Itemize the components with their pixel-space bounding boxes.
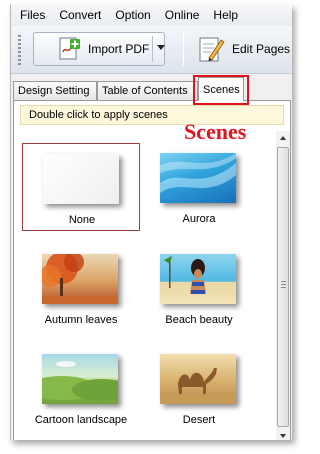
scene-caption: Cartoon landscape: [34, 414, 128, 426]
scene-beach-beauty[interactable]: Beach beauty: [140, 244, 258, 332]
scene-thumbnail: [42, 354, 118, 404]
scene-thumbnail: [43, 154, 119, 204]
edit-pages-icon[interactable]: [197, 34, 225, 64]
vertical-scrollbar[interactable]: [276, 131, 290, 440]
scenes-tab-highlight: [193, 75, 249, 105]
scene-cartoon-landscape[interactable]: Cartoon landscape: [22, 344, 140, 432]
scene-autumn-leaves[interactable]: Autumn leaves: [22, 244, 140, 332]
scene-thumbnail: [160, 254, 236, 304]
menu-option[interactable]: Option: [110, 8, 155, 22]
autumn-image: [42, 254, 118, 304]
app-window: Files Convert Option Online Help Import …: [10, 4, 292, 440]
scroll-up-button[interactable]: [276, 131, 290, 145]
arrow-up-icon: [280, 136, 286, 140]
scene-caption: Beach beauty: [165, 314, 233, 326]
split-separator: [152, 36, 153, 62]
tab-strip: Design Setting Table of Contents Scenes: [11, 76, 292, 101]
cartoon-image: [42, 361, 118, 401]
toolbar-grip[interactable]: [18, 35, 21, 65]
grip-icon: [281, 281, 286, 289]
scene-caption: None: [68, 214, 96, 226]
scene-none[interactable]: None: [22, 143, 140, 231]
toolbar-separator: [183, 32, 184, 66]
arrow-down-icon: [280, 434, 286, 438]
scene-caption: Autumn leaves: [44, 314, 118, 326]
import-pdf-icon: [59, 37, 80, 60]
beach-image: [164, 256, 206, 294]
tab-table-of-contents[interactable]: Table of Contents: [97, 81, 198, 100]
import-pdf-label: Import PDF: [88, 42, 150, 56]
toolbar: Import PDF Edit Pages: [11, 26, 292, 74]
scene-thumbnail: [160, 153, 236, 203]
import-pdf-button[interactable]: Import PDF: [34, 33, 152, 65]
tab-design-setting[interactable]: Design Setting: [13, 81, 97, 100]
chevron-down-icon[interactable]: [157, 45, 165, 50]
menu-bar: Files Convert Option Online Help: [11, 4, 292, 26]
scene-desert[interactable]: Desert: [140, 344, 258, 432]
edit-pages-label[interactable]: Edit Pages: [232, 42, 290, 56]
scenes-panel: Double click to apply scenes Scenes None…: [13, 100, 291, 440]
scene-thumbnail: [160, 354, 236, 404]
aurora-image: [160, 153, 236, 193]
scene-caption: Aurora: [182, 213, 216, 225]
menu-online[interactable]: Online: [160, 8, 205, 22]
menu-files[interactable]: Files: [15, 8, 50, 22]
scrollbar-thumb[interactable]: [277, 147, 289, 427]
scene-aurora[interactable]: Aurora: [140, 143, 258, 231]
desert-image: [160, 368, 236, 404]
scroll-down-button[interactable]: [276, 429, 290, 440]
menu-convert[interactable]: Convert: [54, 8, 106, 22]
scenes-annotation: Scenes: [184, 119, 247, 144]
scene-caption: Desert: [182, 414, 216, 426]
scene-thumbnail: [42, 254, 118, 304]
import-pdf-split-button: Import PDF: [33, 32, 165, 66]
menu-help[interactable]: Help: [208, 8, 243, 22]
